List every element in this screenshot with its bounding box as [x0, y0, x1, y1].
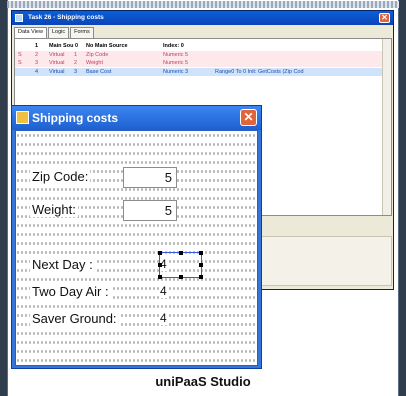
- selection-box[interactable]: [158, 251, 203, 279]
- grid-scrollbar[interactable]: [382, 39, 391, 215]
- two-day-air-value[interactable]: 4: [159, 284, 168, 298]
- app-icon: [16, 111, 29, 124]
- tab-forms[interactable]: Forms: [70, 27, 94, 38]
- top-menu-strip: [7, 1, 399, 8]
- table-row[interactable]: S 3 Virtual 2 Weight Numeric 5: [15, 59, 383, 67]
- close-icon[interactable]: ✕: [240, 109, 257, 126]
- caption: uniPaaS Studio: [155, 374, 251, 389]
- row-number: 1: [35, 43, 39, 49]
- resize-handle[interactable]: [158, 251, 162, 255]
- resize-handle[interactable]: [179, 275, 183, 279]
- window-icon: [15, 14, 23, 22]
- index-header: Index: 0: [163, 43, 184, 49]
- task-title-bar[interactable]: Task 26 - Shipping costs ✕: [12, 11, 393, 25]
- resize-handle[interactable]: [199, 263, 203, 267]
- tab-logic[interactable]: Logic: [47, 27, 70, 38]
- zip-code-field[interactable]: 5: [123, 167, 177, 188]
- dialog-title-bar[interactable]: Shipping costs ✕: [12, 106, 261, 130]
- weight-field[interactable]: 5: [123, 200, 177, 221]
- tab-data-view[interactable]: Data View: [14, 27, 47, 38]
- dialog-title: Shipping costs: [32, 111, 119, 125]
- grid-header-row: 1 Main Sou 0 No Main Source Index: 0: [15, 42, 383, 50]
- next-day-label: Next Day :: [30, 257, 95, 272]
- table-row[interactable]: S 2 Virtual 1 Zip Code Numeric 5: [15, 51, 383, 59]
- weight-label: Weight:: [30, 202, 78, 217]
- resize-handle[interactable]: [158, 263, 162, 267]
- table-row-selected[interactable]: 4 Virtual 3 Base Cost Numeric 3 Range0 T…: [15, 68, 383, 76]
- resize-handle[interactable]: [199, 251, 203, 255]
- task-tabs: Data View Logic Forms: [14, 27, 95, 38]
- task-title: Task 26 - Shipping costs: [28, 14, 104, 21]
- form-canvas: Zip Code: 5 Weight: 5 Next Day : 4 Two D…: [15, 130, 258, 366]
- saver-ground-label: Saver Ground:: [30, 311, 119, 326]
- main-source-header: Main Sou 0: [49, 43, 79, 49]
- resize-handle[interactable]: [158, 275, 162, 279]
- saver-ground-value[interactable]: 4: [159, 311, 168, 325]
- resize-handle[interactable]: [199, 275, 203, 279]
- close-icon[interactable]: ✕: [379, 13, 390, 23]
- zip-code-label: Zip Code:: [30, 169, 91, 184]
- no-main-source-header: No Main Source: [86, 43, 128, 49]
- two-day-air-label: Two Day Air :: [30, 284, 111, 299]
- resize-handle[interactable]: [179, 251, 183, 255]
- shipping-costs-dialog: Shipping costs ✕ Zip Code: 5 Weight: 5 N…: [11, 105, 262, 369]
